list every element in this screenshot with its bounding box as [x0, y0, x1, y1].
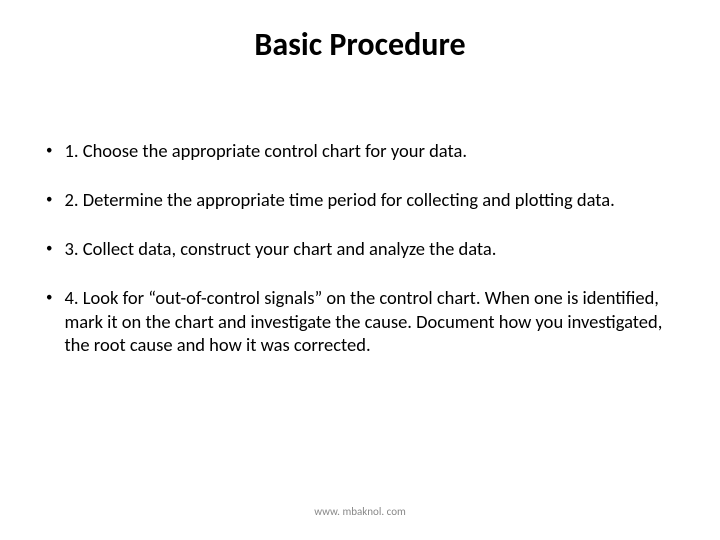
bullet-icon: • [46, 143, 52, 159]
bullet-icon: • [46, 192, 52, 208]
list-item: • 4. Look for “out-of-control signals” o… [40, 286, 680, 355]
bullet-text: 3. Collect data, construct your chart an… [64, 237, 680, 260]
list-item: • 3. Collect data, construct your chart … [40, 237, 680, 260]
bullet-icon: • [46, 241, 52, 257]
page-title: Basic Procedure [40, 25, 680, 64]
bullet-text: 2. Determine the appropriate time period… [64, 188, 680, 211]
bullet-list: • 1. Choose the appropriate control char… [40, 139, 680, 356]
list-item: • 2. Determine the appropriate time peri… [40, 188, 680, 211]
footer-text: www. mbaknol. com [0, 505, 720, 518]
bullet-text: 4. Look for “out-of-control signals” on … [64, 286, 680, 355]
bullet-text: 1. Choose the appropriate control chart … [64, 139, 680, 162]
bullet-icon: • [46, 290, 52, 306]
list-item: • 1. Choose the appropriate control char… [40, 139, 680, 162]
slide: Basic Procedure • 1. Choose the appropri… [0, 0, 720, 540]
